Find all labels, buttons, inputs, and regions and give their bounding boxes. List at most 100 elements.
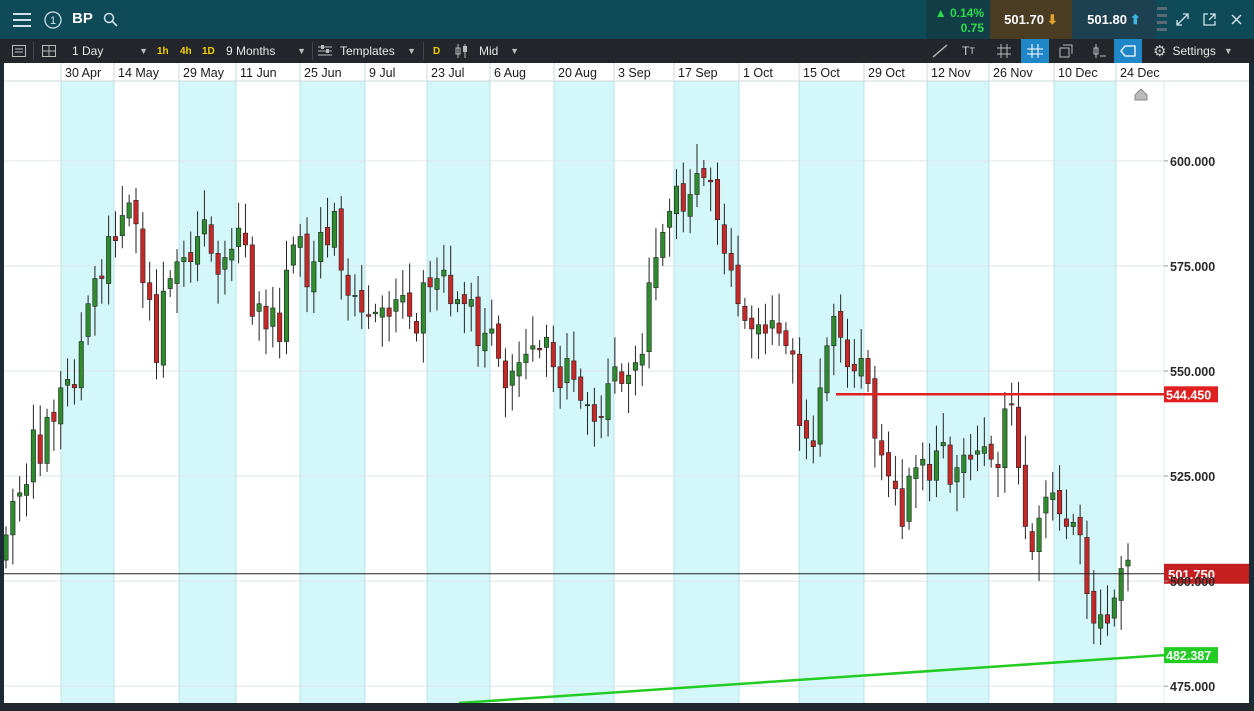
- candle-body: [455, 299, 461, 305]
- chart-area[interactable]: 501.750 544.450 482.387 30 Apr 14 May 29 May…: [3, 63, 1249, 705]
- range-select[interactable]: 9 Months ▼: [220, 39, 306, 63]
- period-band: [179, 81, 236, 703]
- candle-body: [879, 440, 885, 456]
- price-label: 550.000: [1170, 365, 1215, 379]
- buy-arrow-icon: ⬆: [1129, 11, 1141, 27]
- candle-body: [817, 387, 823, 445]
- templates-select[interactable]: Templates ▼: [318, 39, 416, 63]
- candle-body: [496, 323, 502, 359]
- candle-body: [968, 454, 974, 460]
- candle-body: [188, 252, 194, 263]
- price-type-select[interactable]: Mid ▼: [455, 39, 519, 63]
- candle-body: [1029, 531, 1035, 553]
- menu-icon[interactable]: [6, 0, 38, 39]
- candle-body: [557, 366, 563, 389]
- candle-body: [345, 274, 351, 296]
- list-icon[interactable]: [12, 39, 26, 63]
- info-icon[interactable]: 1: [41, 0, 65, 39]
- candle-body: [974, 450, 980, 455]
- date-label: 14 May: [118, 66, 160, 80]
- price-label: 475.000: [1170, 680, 1215, 694]
- trendline-tool-icon[interactable]: [932, 39, 948, 63]
- candle-body: [318, 231, 324, 263]
- candle-body: [564, 358, 570, 384]
- candle-body: [858, 358, 864, 377]
- candle-body: [913, 467, 919, 479]
- expand-icon[interactable]: [1171, 0, 1193, 39]
- candle-body: [65, 379, 71, 386]
- candle-body: [783, 330, 789, 347]
- interval-1h[interactable]: 1h: [157, 39, 169, 63]
- candle-body: [516, 362, 522, 377]
- chevron-down-icon: ▼: [297, 46, 306, 56]
- period-band: [927, 81, 989, 703]
- buy-price-button[interactable]: 501.80 ⬆: [1072, 0, 1156, 39]
- layout-icon[interactable]: [42, 39, 56, 63]
- interval-select[interactable]: 1 Day ▼: [66, 39, 148, 63]
- candle-body: [612, 366, 618, 382]
- candle-body: [749, 317, 755, 330]
- candle-body: [311, 261, 317, 293]
- indicator-icon[interactable]: [1091, 39, 1107, 63]
- candle-body: [393, 299, 399, 312]
- candle-body: [571, 360, 577, 380]
- candle-body: [831, 316, 837, 347]
- scroll-home-icon[interactable]: [1134, 88, 1148, 101]
- candle-body: [762, 324, 768, 334]
- interval-1d[interactable]: 1D: [202, 39, 215, 63]
- date-label: 15 Oct: [803, 66, 840, 80]
- label-icon[interactable]: [1114, 39, 1142, 63]
- crosshair-icon[interactable]: [1021, 39, 1049, 63]
- search-icon[interactable]: [100, 0, 120, 39]
- candle-body: [865, 358, 871, 384]
- instrument-symbol[interactable]: BP: [72, 10, 93, 27]
- candle-body: [379, 307, 385, 318]
- date-label: 12 Nov: [931, 66, 971, 80]
- candle-body: [201, 219, 207, 235]
- text-tool-icon[interactable]: TT: [962, 39, 975, 63]
- date-label: 29 May: [183, 66, 225, 80]
- candle-body: [1050, 492, 1056, 500]
- copy-icon[interactable]: [1059, 39, 1073, 63]
- candle-body: [673, 185, 679, 215]
- candle-body: [249, 244, 255, 317]
- resistance-label: 544.450: [1166, 388, 1211, 402]
- candle-body: [126, 202, 132, 219]
- depth-bars-icon: [1156, 0, 1168, 39]
- candle-body: [1091, 590, 1097, 624]
- candle-body: [270, 307, 276, 327]
- candle-body: [229, 248, 235, 261]
- candle-body: [17, 492, 23, 497]
- candle-body: [735, 264, 741, 305]
- candle-body: [44, 416, 50, 464]
- date-label: 29 Oct: [868, 66, 905, 80]
- interval-4h[interactable]: 4h: [180, 39, 192, 63]
- candle-body: [872, 378, 878, 439]
- candle-body: [1036, 517, 1042, 553]
- grid-icon[interactable]: [997, 39, 1011, 63]
- candle-body: [632, 362, 638, 371]
- settings-button[interactable]: ⚙ Settings ▼: [1153, 39, 1233, 63]
- candle-body: [1111, 597, 1117, 619]
- candle-body: [701, 168, 707, 178]
- candle-body: [1098, 614, 1104, 629]
- popout-icon[interactable]: [1198, 0, 1220, 39]
- candlestick-chart[interactable]: 501.750544.450482.387 30 Apr 14 May 29 May…: [3, 63, 1249, 705]
- close-icon[interactable]: [1225, 0, 1247, 39]
- candle-body: [844, 339, 850, 368]
- d-badge[interactable]: D: [433, 39, 440, 63]
- candle-body: [400, 295, 406, 303]
- candle-body: [961, 454, 967, 473]
- candle-body: [338, 208, 344, 271]
- sell-arrow-icon: ⬇: [1046, 11, 1058, 27]
- candle-body: [687, 194, 693, 217]
- candle-body: [940, 442, 946, 447]
- sell-price-button[interactable]: 501.70 ⬇: [990, 0, 1072, 39]
- date-label: 9 Jul: [369, 66, 395, 80]
- divider: [423, 42, 424, 60]
- candle-body: [981, 446, 987, 454]
- candle-body: [1022, 464, 1028, 527]
- candle-body: [1057, 490, 1063, 515]
- candle-body: [482, 332, 488, 352]
- candle-body: [325, 226, 331, 246]
